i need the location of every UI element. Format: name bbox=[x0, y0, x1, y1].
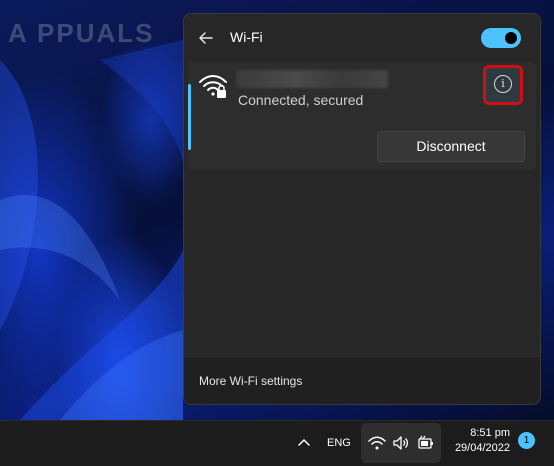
notification-count-badge[interactable]: 1 bbox=[518, 432, 535, 449]
more-wifi-settings-link[interactable]: More Wi-Fi settings bbox=[199, 374, 302, 388]
volume-icon bbox=[393, 436, 409, 450]
wifi-toggle-switch[interactable] bbox=[481, 28, 521, 48]
network-list-item[interactable]: Connected, secured i Disconnect bbox=[188, 62, 536, 170]
network-name-redacted bbox=[236, 70, 388, 88]
input-language-indicator[interactable]: ENG bbox=[327, 437, 351, 449]
battery-charging-icon bbox=[418, 435, 433, 449]
clock-date: 29/04/2022 bbox=[454, 442, 510, 454]
wifi-flyout-title: Wi-Fi bbox=[230, 29, 263, 45]
quick-settings-tray[interactable] bbox=[361, 423, 441, 463]
wifi-icon bbox=[368, 436, 386, 450]
wifi-flyout: Wi-Fi Connected, secured i Disconnect Mo… bbox=[183, 13, 541, 405]
wifi-secured-icon bbox=[199, 75, 227, 98]
taskbar: ENG 8:51 pm 29/04/2022 1 bbox=[0, 420, 554, 466]
back-arrow-icon bbox=[199, 32, 213, 44]
toggle-knob bbox=[505, 32, 517, 44]
wifi-flyout-header: Wi-Fi bbox=[184, 14, 540, 62]
back-button[interactable] bbox=[196, 28, 216, 48]
disconnect-button[interactable]: Disconnect bbox=[377, 131, 525, 162]
wifi-flyout-footer: More Wi-Fi settings bbox=[184, 356, 540, 404]
network-properties-info-button[interactable]: i bbox=[494, 75, 512, 93]
network-status: Connected, secured bbox=[238, 92, 364, 108]
taskbar-clock[interactable]: 8:51 pm 29/04/2022 bbox=[448, 426, 510, 456]
watermark-logo: A PPUALS bbox=[8, 18, 155, 48]
show-hidden-icons-chevron-icon[interactable] bbox=[297, 435, 311, 449]
desktop-screen: A PPUALS Wi-Fi Connected, secured i Disc… bbox=[0, 0, 554, 466]
clock-time: 8:51 pm bbox=[470, 427, 510, 439]
selection-indicator bbox=[188, 84, 191, 150]
